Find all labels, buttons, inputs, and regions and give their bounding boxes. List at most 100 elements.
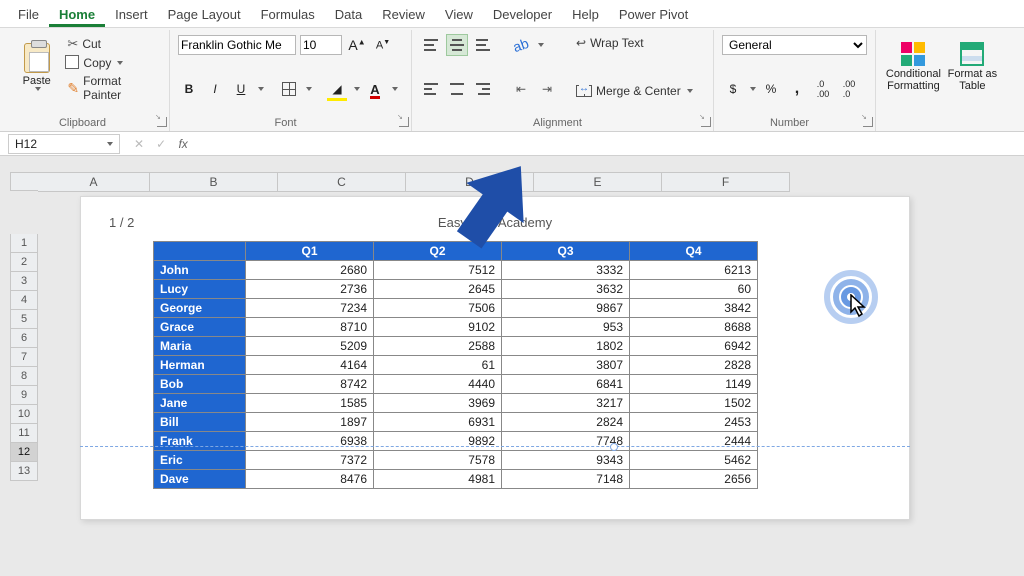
cell[interactable]: 2824 xyxy=(502,413,630,432)
row-header-4[interactable]: 4 xyxy=(11,291,38,310)
row-header-10[interactable]: 10 xyxy=(11,405,38,424)
name-box[interactable]: H12 xyxy=(8,134,120,154)
merge-center-button[interactable]: Merge & Center xyxy=(572,82,697,100)
tab-help[interactable]: Help xyxy=(562,3,609,27)
cell[interactable]: 2444 xyxy=(630,432,758,451)
number-format-combo[interactable]: General xyxy=(722,35,867,55)
cell[interactable]: 2453 xyxy=(630,413,758,432)
row-name[interactable]: Herman xyxy=(154,356,246,375)
row-name[interactable]: John xyxy=(154,261,246,280)
cell[interactable]: 6931 xyxy=(374,413,502,432)
borders-button[interactable] xyxy=(278,78,300,100)
tab-home[interactable]: Home xyxy=(49,3,105,27)
cell[interactable]: 3217 xyxy=(502,394,630,413)
fill-color-button[interactable]: ◢ xyxy=(326,78,348,100)
cell[interactable]: 8742 xyxy=(246,375,374,394)
row-name[interactable]: Frank xyxy=(154,432,246,451)
cell[interactable]: 3632 xyxy=(502,280,630,299)
column-header-A[interactable]: A xyxy=(38,173,150,191)
cell[interactable]: 3807 xyxy=(502,356,630,375)
cell[interactable]: 3842 xyxy=(630,299,758,318)
dialog-launcher-icon[interactable] xyxy=(701,117,711,127)
header-Q3[interactable]: Q3 xyxy=(502,242,630,261)
table-row[interactable]: Grace871091029538688 xyxy=(154,318,758,337)
cell[interactable]: 5462 xyxy=(630,451,758,470)
cell[interactable]: 8476 xyxy=(246,470,374,489)
font-name-combo[interactable] xyxy=(178,35,296,55)
data-table[interactable]: Q1Q2Q3Q4John2680751233326213Lucy27362645… xyxy=(153,241,758,489)
cell[interactable]: 953 xyxy=(502,318,630,337)
cell[interactable]: 8710 xyxy=(246,318,374,337)
italic-button[interactable]: I xyxy=(204,78,226,100)
cell[interactable]: 9343 xyxy=(502,451,630,470)
align-middle-button[interactable] xyxy=(446,34,468,56)
cell[interactable]: 9892 xyxy=(374,432,502,451)
cell[interactable]: 6942 xyxy=(630,337,758,356)
decrease-indent-button[interactable]: ⇤ xyxy=(510,78,532,100)
row-name[interactable]: Eric xyxy=(154,451,246,470)
row-header-12[interactable]: 12 xyxy=(11,443,38,462)
row-name[interactable]: Bill xyxy=(154,413,246,432)
table-row[interactable]: Dave8476498171482656 xyxy=(154,470,758,489)
cell[interactable]: 3332 xyxy=(502,261,630,280)
decrease-font-button[interactable]: A▼ xyxy=(372,34,394,56)
format-painter-button[interactable]: ✎Format Painter xyxy=(63,72,161,104)
row-header-7[interactable]: 7 xyxy=(11,348,38,367)
header-name[interactable] xyxy=(154,242,246,261)
tab-file[interactable]: File xyxy=(8,3,49,27)
row-header-6[interactable]: 6 xyxy=(11,329,38,348)
cell[interactable]: 7506 xyxy=(374,299,502,318)
row-header-8[interactable]: 8 xyxy=(11,367,38,386)
align-left-button[interactable] xyxy=(420,78,442,100)
cell[interactable]: 1585 xyxy=(246,394,374,413)
row-name[interactable]: Jane xyxy=(154,394,246,413)
tab-view[interactable]: View xyxy=(435,3,483,27)
cell[interactable]: 4981 xyxy=(374,470,502,489)
table-row[interactable]: Maria5209258818026942 xyxy=(154,337,758,356)
row-name[interactable]: Lucy xyxy=(154,280,246,299)
tab-data[interactable]: Data xyxy=(325,3,372,27)
cell[interactable]: 2588 xyxy=(374,337,502,356)
table-row[interactable]: Herman41646138072828 xyxy=(154,356,758,375)
page-header[interactable]: 1 / 2 EasyClick Academy xyxy=(89,209,901,235)
table-row[interactable]: Lucy27362645363260 xyxy=(154,280,758,299)
column-header-C[interactable]: C xyxy=(278,173,406,191)
cell[interactable]: 1802 xyxy=(502,337,630,356)
table-row[interactable]: Bill1897693128242453 xyxy=(154,413,758,432)
copy-button[interactable]: Copy xyxy=(63,54,161,72)
column-header-E[interactable]: E xyxy=(534,173,662,191)
cell[interactable]: 2680 xyxy=(246,261,374,280)
format-as-table-button[interactable]: Format as Table xyxy=(947,34,998,100)
cell[interactable]: 61 xyxy=(374,356,502,375)
insert-function-button[interactable]: fx xyxy=(172,137,194,151)
paste-button[interactable]: Paste xyxy=(14,34,59,100)
cell[interactable]: 2828 xyxy=(630,356,758,375)
font-color-button[interactable]: A xyxy=(364,78,386,100)
column-header-F[interactable]: F xyxy=(662,173,790,191)
column-header-B[interactable]: B xyxy=(150,173,278,191)
cell[interactable]: 6841 xyxy=(502,375,630,394)
align-center-button[interactable] xyxy=(446,78,468,100)
cell[interactable]: 1149 xyxy=(630,375,758,394)
cell[interactable]: 2645 xyxy=(374,280,502,299)
cancel-formula-button[interactable]: ✕ xyxy=(128,137,150,151)
row-header-5[interactable]: 5 xyxy=(11,310,38,329)
conditional-formatting-button[interactable]: Conditional Formatting xyxy=(884,34,943,100)
tab-power-pivot[interactable]: Power Pivot xyxy=(609,3,698,27)
cell[interactable]: 6938 xyxy=(246,432,374,451)
row-header-2[interactable]: 2 xyxy=(11,253,38,272)
dialog-launcher-icon[interactable] xyxy=(157,117,167,127)
header-Q2[interactable]: Q2 xyxy=(374,242,502,261)
table-row[interactable]: Jane1585396932171502 xyxy=(154,394,758,413)
cell[interactable]: 8688 xyxy=(630,318,758,337)
cell[interactable]: 7372 xyxy=(246,451,374,470)
cell[interactable]: 2656 xyxy=(630,470,758,489)
percent-format-button[interactable]: % xyxy=(760,78,782,100)
cell[interactable]: 1897 xyxy=(246,413,374,432)
table-row[interactable]: Eric7372757893435462 xyxy=(154,451,758,470)
select-all-button[interactable] xyxy=(10,172,38,191)
row-name[interactable]: Grace xyxy=(154,318,246,337)
increase-indent-button[interactable]: ⇥ xyxy=(536,78,558,100)
accounting-format-button[interactable]: $ xyxy=(722,78,744,100)
row-header-13[interactable]: 13 xyxy=(11,462,38,481)
